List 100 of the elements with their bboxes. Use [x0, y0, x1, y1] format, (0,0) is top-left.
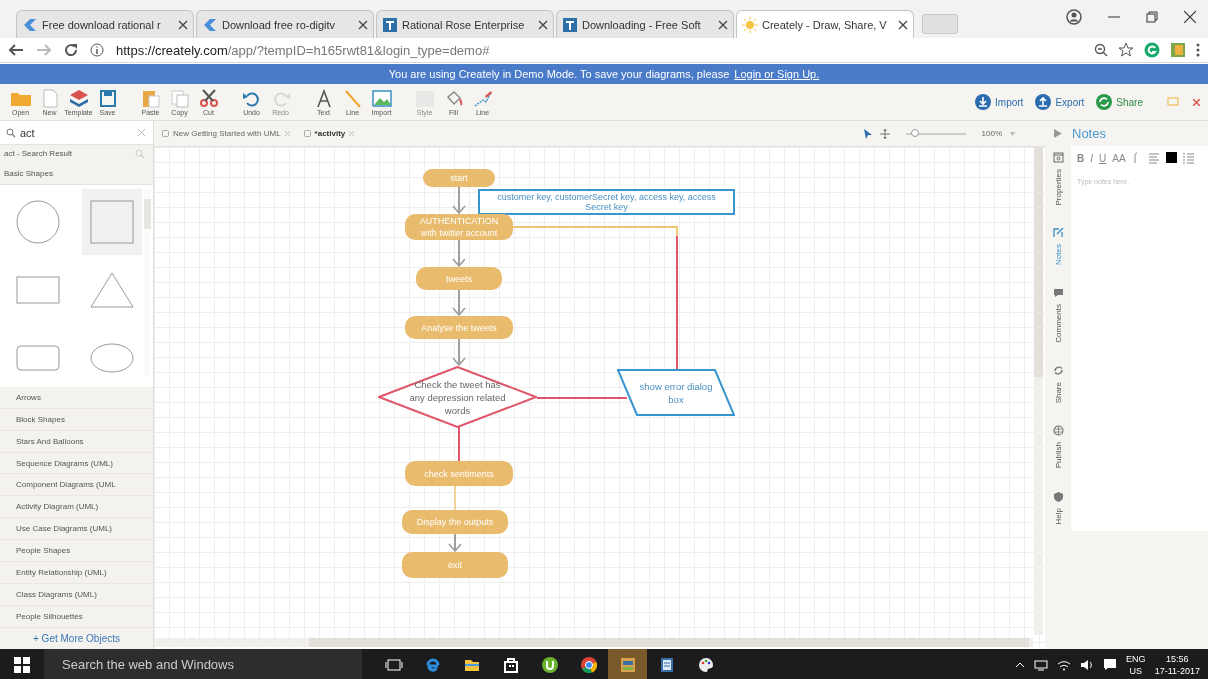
close-icon[interactable] [898, 19, 908, 30]
extension-icon[interactable] [1144, 42, 1160, 58]
pointer-icon[interactable] [863, 128, 872, 139]
category-item[interactable]: Arrows [16, 392, 41, 402]
clock-time: 15:56 [1166, 652, 1189, 665]
zoom-value[interactable]: 100% [981, 129, 1002, 138]
search-field[interactable]: act [0, 121, 153, 146]
format-button[interactable]: I [1090, 152, 1093, 164]
region-text: US [1129, 664, 1143, 677]
account-icon[interactable] [1066, 9, 1082, 25]
extension-icon[interactable] [1170, 42, 1186, 58]
format-button[interactable]: U [1099, 152, 1107, 164]
category-item[interactable]: Class Diagrams (UML) [16, 589, 97, 599]
shield-icon [1052, 490, 1064, 502]
category-item[interactable]: People Shapes [16, 546, 71, 556]
result-title: act - Search Result [4, 149, 73, 159]
document-tab[interactable]: New Getting Started with UML [158, 129, 294, 138]
slider-thumb[interactable] [910, 128, 919, 137]
category-item[interactable]: People Silhouettes [16, 611, 83, 621]
format-button[interactable]: AA [1112, 152, 1126, 164]
browser-tab[interactable]: Creately - Draw, Share, V [736, 10, 914, 38]
note-box: customer key, customerSecret key, access key, access Secret key [478, 189, 735, 215]
category-item[interactable]: Component Diagrams (UML [16, 480, 116, 490]
torrent-icon[interactable] [540, 655, 559, 674]
export-button[interactable]: Export [1029, 94, 1091, 110]
tab-title: Creately - Draw, Share, V [762, 18, 888, 31]
browser-tab[interactable]: Download free ro-digitv [196, 10, 374, 38]
windows-logo-icon[interactable] [14, 656, 30, 673]
collapse-icon[interactable] [1054, 129, 1062, 138]
activity-node: Display the outputs [402, 510, 508, 534]
category-item[interactable]: Use Case Diagrams (UML) [16, 524, 113, 534]
close-icon[interactable] [538, 19, 548, 30]
browser-tab[interactable]: Downloading - Free Soft [556, 10, 734, 38]
connector-arrow [448, 534, 462, 553]
import-button[interactable]: Import [969, 94, 1030, 110]
app-window-icon[interactable] [618, 655, 637, 674]
share-icon [1096, 94, 1113, 110]
reload-icon[interactable] [64, 43, 78, 57]
browser-tab[interactable]: Free download rational r [16, 10, 194, 38]
speaker-icon[interactable] [1080, 658, 1095, 671]
zoom-icon[interactable] [1094, 43, 1108, 57]
login-link[interactable]: Login or Sign Up. [734, 68, 820, 80]
clock[interactable]: 15:56 17-11-2017 [1154, 652, 1200, 677]
search-value: act [20, 126, 36, 139]
loading-icon [742, 16, 758, 33]
shopping-bag-icon[interactable] [501, 655, 520, 674]
side-tab[interactable]: Publish [1052, 425, 1064, 469]
banner-text: You are using Creately in Demo Mode. To save your diagrams, please [388, 68, 730, 80]
parallelogram-node: show error dialog box [617, 369, 735, 416]
network-icon[interactable] [1034, 658, 1049, 671]
chrome-icon[interactable] [579, 655, 598, 674]
side-tab[interactable]: Comments [1052, 287, 1064, 344]
close-icon[interactable] [1184, 11, 1196, 23]
connector-arrow [452, 240, 466, 268]
globe-icon [1052, 425, 1064, 437]
info-icon [90, 43, 104, 57]
document-tab[interactable]: *activity [299, 129, 359, 138]
clock-date: 17-11-2017 [1154, 664, 1200, 677]
page-icon [162, 130, 169, 137]
language-indicator[interactable]: ENG US [1126, 652, 1146, 677]
get-more-objects-link[interactable]: + Get More Objects [33, 632, 120, 644]
tab-title: Rational Rose Enterprise [402, 18, 526, 31]
activity-node: check sentiments [405, 461, 513, 486]
share-icon [1052, 365, 1064, 377]
pan-icon[interactable] [879, 128, 890, 139]
category-item[interactable]: Sequence Diagrams (UML) [16, 458, 113, 468]
search-icon [135, 148, 145, 159]
close-icon[interactable] [178, 19, 188, 30]
back-icon[interactable] [8, 43, 24, 57]
connector-arrow [452, 290, 466, 317]
share-button[interactable]: Share [1090, 94, 1149, 110]
side-tab[interactable]: Share [1052, 365, 1064, 404]
upload-icon [1035, 94, 1052, 110]
palette-icon[interactable] [696, 655, 715, 674]
zoom-slider[interactable] [905, 132, 966, 135]
close-icon[interactable] [358, 19, 368, 30]
menu-icon[interactable] [1196, 43, 1200, 57]
category-item[interactable]: Entity Relationship (UML) [16, 568, 107, 577]
panel-title: Notes [1072, 126, 1106, 141]
side-tab[interactable]: Help [1052, 490, 1064, 525]
category-item[interactable]: Block Shapes [16, 414, 65, 424]
star-icon[interactable] [1118, 42, 1134, 58]
activity-node: Analyse the tweets [405, 316, 513, 339]
category-item[interactable]: Stars And Balloons [16, 436, 84, 446]
search-icon [6, 127, 16, 138]
side-tab[interactable]: Properties [1052, 152, 1064, 206]
section-title[interactable]: Basic Shapes [4, 168, 53, 178]
activity-node: AUTHENTICATION with twitter account [405, 214, 513, 240]
notification-icon[interactable] [1103, 658, 1118, 671]
restore-icon[interactable] [1146, 11, 1158, 23]
close-icon[interactable] [718, 19, 728, 30]
category-item[interactable]: Activity Diagram (UML) [16, 502, 99, 512]
wifi-icon[interactable] [1057, 658, 1072, 671]
color-swatch-icon[interactable] [1165, 152, 1177, 164]
decision-diamond: Check the tweet has any depression related words [378, 366, 537, 428]
browser-tab[interactable]: Rational Rose Enterprise [376, 10, 554, 38]
chevron-up-icon[interactable] [1015, 661, 1026, 668]
format-button[interactable]: B [1077, 152, 1085, 164]
activity-node: exit [402, 552, 508, 578]
taskbar-search-field[interactable]: Search the web and Windows [44, 649, 362, 679]
